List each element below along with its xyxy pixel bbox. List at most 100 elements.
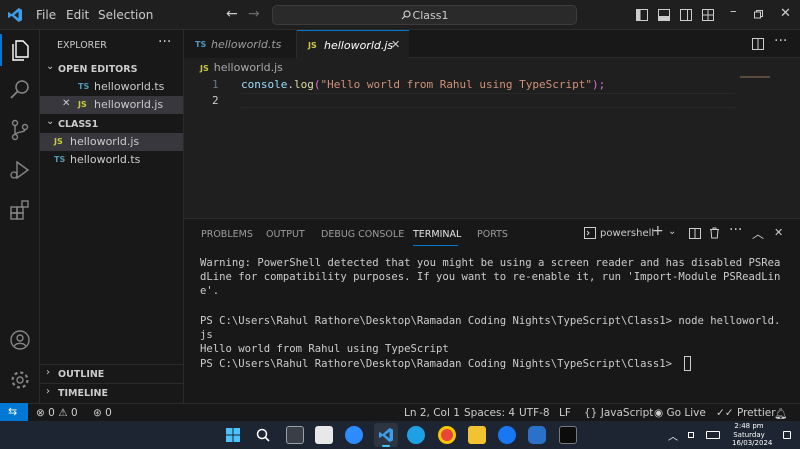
- close-tab-icon[interactable]: ✕: [391, 38, 400, 51]
- tab-helloworld-js[interactable]: JS helloworld.js ✕: [297, 30, 409, 59]
- close-window-icon[interactable]: ✕: [780, 6, 791, 21]
- javascript-file-icon: JS: [54, 137, 63, 146]
- open-editor-item[interactable]: TS helloworld.ts: [40, 78, 183, 96]
- edge-browser-icon[interactable]: [407, 426, 425, 444]
- javascript-file-icon: JS: [78, 100, 87, 109]
- terminal-line: Warning: PowerShell detected that you mi…: [200, 257, 781, 269]
- terminal-app-icon[interactable]: [559, 426, 577, 444]
- clock-date: 16/03/2024: [732, 439, 773, 447]
- vscode-logo-icon[interactable]: [7, 7, 23, 23]
- javascript-file-icon: JS: [308, 41, 317, 50]
- more-actions-icon[interactable]: ···: [729, 222, 742, 238]
- forward-arrow-icon[interactable]: →: [248, 6, 260, 22]
- command-center-search[interactable]: Class1: [272, 5, 577, 25]
- toggle-secondary-sidebar-icon[interactable]: [680, 9, 692, 21]
- app-icon[interactable]: [498, 426, 516, 444]
- terminal-cursor: [684, 356, 691, 371]
- breadcrumb[interactable]: JS helloworld.js: [200, 61, 283, 74]
- terminal-prompt[interactable]: PS C:\Users\Rahul Rathore\Desktop\Ramada…: [200, 358, 678, 370]
- panel-tab-terminal[interactable]: TERMINAL: [413, 229, 461, 240]
- code-object: console: [241, 78, 288, 91]
- panel-tab-ports[interactable]: PORTS: [477, 229, 508, 240]
- extensions-icon[interactable]: [8, 198, 32, 222]
- source-control-icon[interactable]: [8, 118, 32, 142]
- go-live-button[interactable]: ◉ Go Live: [654, 407, 706, 419]
- chevron-down-icon[interactable]: ⌄: [668, 226, 676, 237]
- network-icon[interactable]: [688, 432, 694, 438]
- panel-tab-output[interactable]: OUTPUT: [266, 229, 305, 240]
- code-string: "Hello world from Rahul using TypeScript…: [320, 78, 593, 91]
- menu-file[interactable]: File: [36, 8, 56, 22]
- app-icon[interactable]: [528, 426, 546, 444]
- minimap[interactable]: [740, 76, 770, 78]
- taskbar-search-icon[interactable]: [256, 428, 270, 442]
- code-dot: .: [287, 78, 294, 91]
- explorer-sidebar: EXPLORER ··· ⌄ OPEN EDITORS TS helloworl…: [40, 30, 184, 403]
- chevron-up-icon[interactable]: ︿: [668, 428, 678, 443]
- file-tree-label: helloworld.js: [70, 135, 140, 148]
- end-of-line[interactable]: LF: [559, 407, 571, 419]
- run-and-debug-icon[interactable]: [8, 158, 32, 182]
- split-editor-icon[interactable]: [752, 38, 764, 50]
- line-number-current: 2: [212, 94, 219, 107]
- active-app-indicator: [382, 445, 390, 447]
- notifications-bell-icon[interactable]: 🔔︎: [774, 407, 787, 420]
- maximize-panel-chevron-up-icon[interactable]: ︿: [752, 225, 764, 242]
- task-view-icon[interactable]: [286, 426, 304, 444]
- open-editors-section-header[interactable]: ⌄ OPEN EDITORS: [40, 60, 183, 78]
- cursor-position[interactable]: Ln 2, Col 1: [404, 407, 460, 419]
- trash-icon[interactable]: [709, 227, 720, 239]
- zoom-app-icon[interactable]: [345, 426, 363, 444]
- back-arrow-icon[interactable]: ←: [226, 6, 238, 22]
- shell-name[interactable]: powershell: [600, 228, 654, 239]
- language-mode[interactable]: {} JavaScript: [584, 407, 653, 419]
- outline-heading: OUTLINE: [58, 369, 105, 380]
- code-editor[interactable]: JS helloworld.js 1 2 console.log("Hello w…: [184, 58, 800, 218]
- explorer-files-icon[interactable]: [8, 38, 32, 62]
- clock-time: 2:48 pm: [734, 422, 764, 430]
- indentation[interactable]: Spaces: 4: [464, 407, 515, 419]
- encoding[interactable]: UTF-8: [519, 407, 550, 419]
- toggle-panel-icon[interactable]: [658, 9, 670, 21]
- battery-icon[interactable]: [706, 431, 720, 439]
- new-terminal-plus-icon[interactable]: +: [652, 223, 664, 239]
- folder-section-header[interactable]: ⌄ CLASS1: [40, 115, 183, 133]
- manage-gear-icon[interactable]: [8, 368, 32, 392]
- menu-selection[interactable]: Selection: [98, 8, 153, 22]
- tab-helloworld-ts[interactable]: TS helloworld.ts: [184, 30, 297, 58]
- app-icon[interactable]: [315, 426, 333, 444]
- chrome-browser-icon[interactable]: [438, 426, 456, 444]
- outline-section-header[interactable]: › OUTLINE: [40, 364, 183, 382]
- panel-tab-problems[interactable]: PROBLEMS: [201, 229, 253, 240]
- clock[interactable]: 2:48 pm Saturday 16/03/2024: [732, 422, 772, 448]
- notification-center-icon[interactable]: [783, 431, 791, 439]
- prettier-status[interactable]: ✓✓ Prettier: [716, 407, 776, 419]
- open-editor-item-active[interactable]: ✕ JS helloworld.js: [40, 96, 183, 114]
- ports-forwarded[interactable]: ⊛ 0: [93, 407, 112, 419]
- split-terminal-icon[interactable]: [689, 228, 701, 239]
- vscode-logo-icon: [379, 428, 393, 442]
- windows-start-icon[interactable]: [226, 428, 240, 442]
- vscode-taskbar-active[interactable]: [374, 423, 398, 447]
- search-icon[interactable]: [8, 78, 32, 102]
- errors-warnings[interactable]: ⊗ 0 ⚠ 0: [36, 407, 78, 419]
- tab-label: helloworld.ts: [211, 38, 282, 51]
- more-actions-icon[interactable]: ···: [774, 33, 787, 49]
- remote-indicator[interactable]: ⇆: [0, 403, 28, 422]
- file-explorer-folder-icon[interactable]: [468, 426, 486, 444]
- chevron-right-icon: ›: [46, 367, 50, 378]
- file-tree-item-active[interactable]: JS helloworld.js: [40, 133, 183, 151]
- menu-edit[interactable]: Edit: [66, 8, 89, 22]
- account-icon[interactable]: [8, 328, 32, 352]
- restore-icon[interactable]: [754, 10, 763, 19]
- file-tree-item[interactable]: TS helloworld.ts: [40, 151, 183, 169]
- toggle-primary-sidebar-icon[interactable]: [636, 9, 648, 21]
- more-actions-icon[interactable]: ···: [158, 34, 171, 50]
- close-editor-icon[interactable]: ✕: [62, 98, 70, 109]
- timeline-section-header[interactable]: › TIMELINE: [40, 383, 183, 401]
- minimize-icon[interactable]: –: [730, 4, 737, 19]
- close-panel-icon[interactable]: ✕: [774, 226, 783, 239]
- chevron-down-icon: ⌄: [46, 116, 55, 127]
- customize-layout-icon[interactable]: [702, 9, 714, 21]
- panel-tab-debug-console[interactable]: DEBUG CONSOLE: [321, 229, 404, 240]
